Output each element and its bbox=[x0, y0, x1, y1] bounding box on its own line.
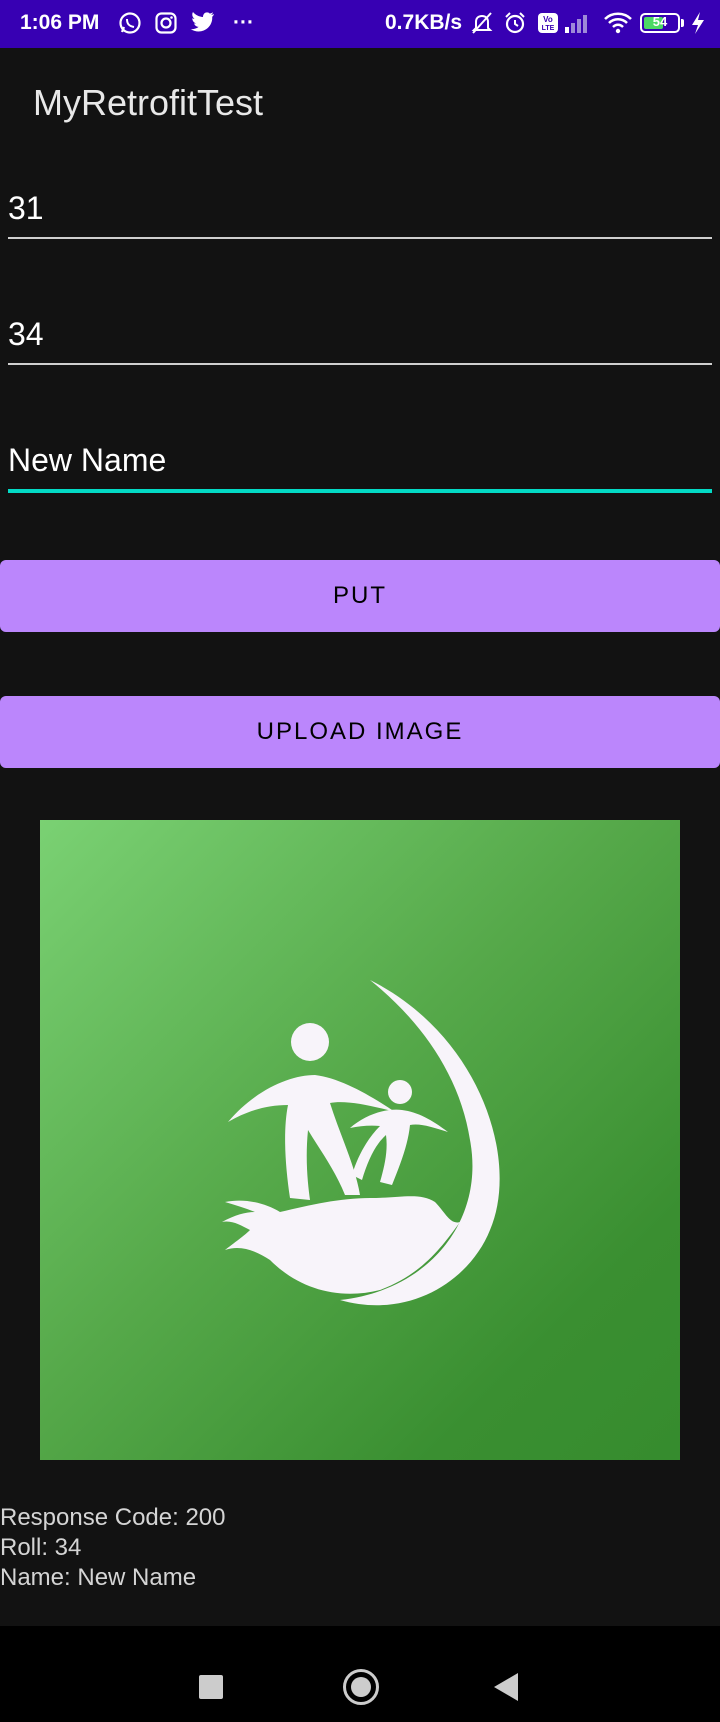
battery-level: 54 bbox=[652, 14, 668, 29]
more-dots: ··· bbox=[233, 11, 254, 34]
recents-icon[interactable] bbox=[199, 1675, 223, 1699]
status-time: 1:06 PM bbox=[20, 11, 100, 34]
roll-field[interactable] bbox=[8, 316, 712, 363]
id-field-underline bbox=[8, 237, 712, 239]
put-button[interactable]: PUT bbox=[0, 560, 720, 632]
roll-field-container bbox=[8, 316, 712, 365]
back-icon[interactable] bbox=[494, 1673, 518, 1701]
volte-icon: Vo LTE bbox=[536, 11, 560, 41]
home-icon-dot bbox=[351, 1677, 371, 1697]
charging-icon bbox=[690, 11, 706, 41]
upload-image-button[interactable]: UPLOAD IMAGE bbox=[0, 696, 720, 768]
family-care-logo-icon bbox=[222, 980, 500, 1306]
battery-tip bbox=[681, 19, 684, 27]
whatsapp-icon bbox=[118, 11, 142, 41]
app-title: MyRetrofitTest bbox=[33, 82, 264, 123]
screen: 1:06 PM ··· 0.7KB/s Vo LTE 54 MyRetrofit… bbox=[0, 0, 720, 1722]
response-roll-text: Roll: 34 bbox=[0, 1534, 82, 1561]
svg-text:LTE: LTE bbox=[542, 25, 555, 32]
wifi-icon bbox=[603, 11, 633, 41]
navigation-bar bbox=[0, 1626, 720, 1722]
alarm-icon bbox=[503, 11, 527, 41]
response-code-text: Response Code: 200 bbox=[0, 1504, 226, 1531]
status-bar: 1:06 PM ··· 0.7KB/s Vo LTE 54 bbox=[0, 0, 720, 48]
name-field-underline bbox=[8, 489, 712, 493]
home-icon[interactable] bbox=[343, 1669, 379, 1705]
svg-text:Vo: Vo bbox=[543, 15, 553, 24]
id-field[interactable] bbox=[8, 190, 712, 237]
twitter-icon bbox=[189, 11, 215, 39]
net-speed: 0.7KB/s bbox=[385, 11, 463, 34]
mute-bell-icon bbox=[470, 11, 494, 41]
instagram-icon bbox=[154, 11, 178, 41]
uploaded-image bbox=[40, 820, 680, 1460]
signal-icon bbox=[563, 11, 593, 41]
battery-indicator: 54 bbox=[640, 13, 680, 33]
id-field-container bbox=[8, 190, 712, 239]
name-field-container bbox=[8, 442, 712, 493]
response-name-text: Name: New Name bbox=[0, 1564, 197, 1591]
roll-field-underline bbox=[8, 363, 712, 365]
name-field[interactable] bbox=[8, 442, 712, 489]
